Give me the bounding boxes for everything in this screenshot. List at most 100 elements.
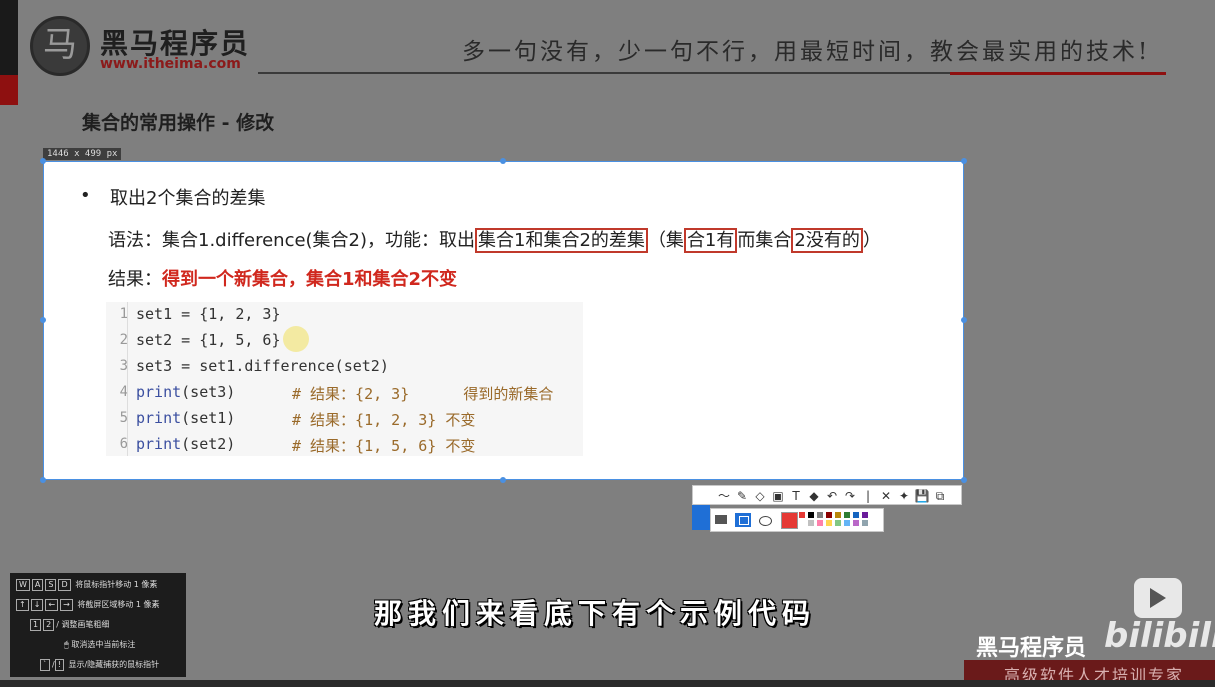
help-text: 将截屏区域移动 1 像素 <box>77 600 160 609</box>
annotation-box-set1-has[interactable]: 合1有 <box>683 228 738 253</box>
result-text: 得到一个新集合，集合1和集合2不变 <box>162 269 458 290</box>
mosaic-icon[interactable]: ▣ <box>769 486 787 506</box>
color-swatch[interactable] <box>817 512 823 518</box>
color-swatch[interactable] <box>862 512 868 518</box>
help-text: 显示/隐藏捕获的鼠标指针 <box>68 660 160 669</box>
color-swatch[interactable] <box>862 520 868 526</box>
annotation-box-difference[interactable]: 集合1和集合2的差集 <box>475 228 648 253</box>
line-number: 5 <box>119 410 128 426</box>
resize-handle-l[interactable] <box>40 317 46 323</box>
code-block: 1 set1 = {1, 2, 3} 2 set2 = {1, 5, 6} 3 … <box>106 302 583 456</box>
capture-size-badge: 1446 x 499 px <box>43 148 122 160</box>
help-text: 将鼠标指针移动 1 像素 <box>75 580 158 589</box>
result-line: 结果：得到一个新集合，集合1和集合2不变 <box>108 265 457 291</box>
key-up: ↑ <box>16 599 29 611</box>
line-number: 3 <box>119 358 128 374</box>
video-progress-bar[interactable] <box>0 680 1215 687</box>
video-subtitle: 那我们来看底下有个示例代码 <box>374 597 817 630</box>
key-slash: / <box>56 620 59 629</box>
pen-icon[interactable]: ✎ <box>733 486 751 506</box>
mouse-icon: 🖱 <box>64 640 69 649</box>
syntax-prefix: 语法：集合1.difference(集合2)，功能：取出 <box>108 230 476 251</box>
bullet-dot: • <box>80 185 91 206</box>
color-swatch[interactable] <box>844 520 850 526</box>
code-line: print(set1) <box>136 409 235 427</box>
syntax-line: 语法：集合1.difference(集合2)，功能：取出 集合1和集合2的差集 （集… <box>108 226 881 253</box>
brand-watermark: 黑马程序员 <box>976 636 1087 661</box>
color-swatch[interactable] <box>799 512 805 518</box>
eraser-icon[interactable]: ◆ <box>805 486 823 506</box>
header-divider-accent <box>950 72 1166 75</box>
line-number: 1 <box>119 306 128 322</box>
key-right: → <box>60 599 73 611</box>
key-bang: ! <box>54 659 64 671</box>
key-backtick: ` <box>40 659 50 671</box>
freehand-icon[interactable]: 〜 <box>715 486 733 506</box>
pin-icon[interactable]: ✦ <box>895 486 913 506</box>
copy-icon[interactable]: ⧉ <box>931 486 949 506</box>
resize-handle-br[interactable] <box>961 477 967 483</box>
color-swatch[interactable] <box>853 512 859 518</box>
highlighter-icon[interactable]: ◇ <box>751 486 769 506</box>
play-icon <box>1150 588 1166 608</box>
color-swatch[interactable] <box>844 512 850 518</box>
help-row: ↑ ↓ ← → 将截屏区域移动 1 像素 <box>16 599 160 611</box>
help-row: 1 2/ 调整画笔粗细 <box>30 619 109 631</box>
help-row: ` /! 显示/隐藏捕获的鼠标指针 <box>40 659 159 671</box>
keyboard-help-panel: WASD 将鼠标指针移动 1 像素 ↑ ↓ ← → 将截屏区域移动 1 像素 1 2/ … <box>10 573 186 677</box>
code-args: (set3) <box>181 383 236 401</box>
redo-icon[interactable]: ↷ <box>841 486 859 506</box>
color-palette[interactable] <box>799 512 881 528</box>
filled-rect-icon[interactable] <box>715 515 727 524</box>
code-args: (set1) <box>181 409 236 427</box>
toolbar-separator: | <box>865 489 871 503</box>
undo-icon[interactable]: ↶ <box>823 486 841 506</box>
key-d: D <box>58 579 71 591</box>
color-swatch[interactable] <box>799 520 805 526</box>
resize-handle-r[interactable] <box>961 317 967 323</box>
code-line: set2 = {1, 5, 6} <box>136 331 281 349</box>
code-comment: # 结果：{1, 2, 3} 不变 <box>292 411 476 429</box>
color-swatch[interactable] <box>808 520 814 526</box>
code-line: print(set3) <box>136 383 235 401</box>
current-color-swatch[interactable] <box>781 512 798 529</box>
save-icon[interactable]: 💾 <box>913 486 931 506</box>
resize-handle-t[interactable] <box>500 158 506 164</box>
syntax-mid1: （集 <box>647 230 684 251</box>
resize-handle-tr[interactable] <box>961 158 967 164</box>
resize-handle-b[interactable] <box>500 477 506 483</box>
help-row: 🖱 取消选中当前标注 <box>64 639 135 650</box>
key-w: W <box>16 579 30 591</box>
resize-handle-tl[interactable] <box>40 158 46 164</box>
key-down: ↓ <box>30 599 44 611</box>
code-keyword: print <box>136 383 182 401</box>
help-row: WASD 将鼠标指针移动 1 像素 <box>16 579 157 591</box>
text-icon[interactable]: T <box>787 486 805 506</box>
syntax-mid2: 而集合 <box>737 230 792 251</box>
annotation-box-set2-not[interactable]: 2没有的 <box>791 228 863 253</box>
color-swatch[interactable] <box>835 512 841 518</box>
slogan: 多一句没有，少一句不行，用最短时间，教会最实用的技术! <box>462 39 1151 65</box>
code-comment: # 结果：{2, 3} 得到的新集合 <box>292 385 554 403</box>
code-gutter-divider <box>127 302 128 456</box>
code-comment: # 结果：{1, 5, 6} 不变 <box>292 437 476 455</box>
ellipse-shape-icon[interactable] <box>759 516 772 526</box>
resize-handle-bl[interactable] <box>40 477 46 483</box>
rect-outline-icon <box>739 516 749 525</box>
shape-color-toolbar <box>710 508 884 532</box>
line-number: 2 <box>119 332 128 348</box>
color-swatch[interactable] <box>817 520 823 526</box>
color-swatch[interactable] <box>826 520 832 526</box>
color-swatch[interactable] <box>835 520 841 526</box>
color-swatch[interactable] <box>853 520 859 526</box>
annotation-toolbar: 〜 ✎ ◇ ▣ T ◆ ↶ ↷ | ✕ ✦ 💾 ⧉ <box>692 485 962 505</box>
code-line: set3 = set1.difference(set2) <box>136 357 389 375</box>
color-swatch[interactable] <box>808 512 814 518</box>
left-accent-red <box>0 75 18 105</box>
syntax-suffix: ） <box>862 230 881 251</box>
close-icon[interactable]: ✕ <box>877 486 895 506</box>
mouse-cursor-highlight <box>283 326 309 352</box>
key-1: 1 <box>30 619 42 631</box>
color-swatch[interactable] <box>826 512 832 518</box>
code-keyword: print <box>136 435 182 453</box>
